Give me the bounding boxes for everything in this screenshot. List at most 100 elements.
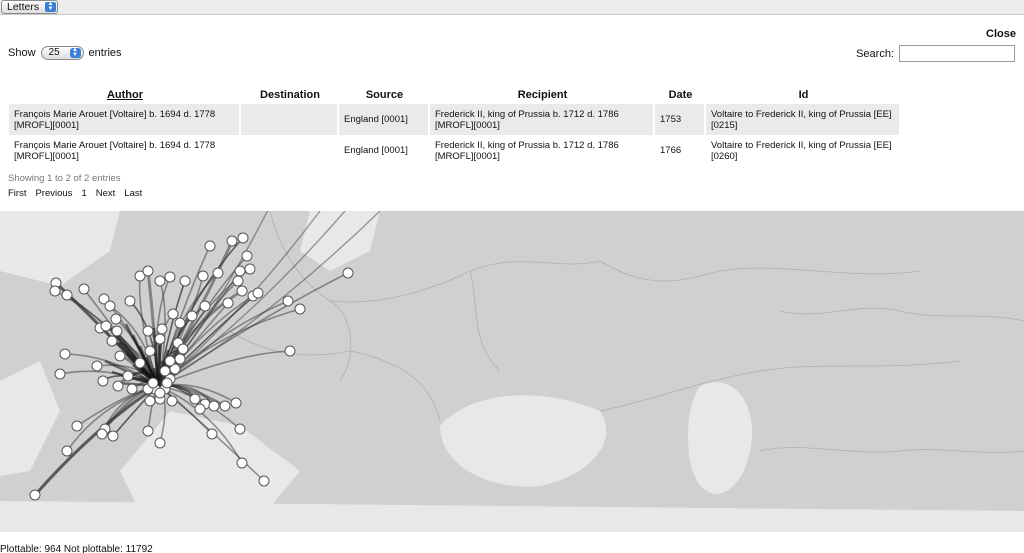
correspondence-map[interactable] — [0, 211, 1024, 532]
place-marker[interactable] — [189, 393, 201, 405]
place-marker[interactable] — [124, 295, 136, 307]
place-marker[interactable] — [234, 265, 246, 277]
place-marker[interactable] — [282, 295, 294, 307]
column-header-id[interactable]: Id — [706, 86, 901, 104]
place-marker[interactable] — [78, 283, 90, 295]
place-marker[interactable] — [154, 437, 166, 449]
place-marker[interactable] — [100, 320, 112, 332]
dataset-select[interactable]: Letters ▲ ▼ — [1, 0, 58, 14]
cell-date: 1766 — [655, 135, 706, 166]
place-marker[interactable] — [174, 353, 186, 365]
place-marker[interactable] — [230, 397, 242, 409]
place-marker[interactable] — [134, 357, 146, 369]
cell-author: François Marie Arouet [Voltaire] b. 1694… — [9, 104, 241, 135]
place-marker[interactable] — [164, 355, 176, 367]
pagination-first[interactable]: First — [8, 188, 26, 199]
cell-destination — [241, 135, 339, 166]
place-marker[interactable] — [156, 323, 168, 335]
place-marker[interactable] — [110, 313, 122, 325]
place-marker[interactable] — [234, 423, 246, 435]
place-marker[interactable] — [126, 383, 138, 395]
place-marker[interactable] — [54, 368, 66, 380]
place-marker[interactable] — [236, 285, 248, 297]
entries-select[interactable]: 25 ▲ ▼ — [40, 46, 84, 60]
column-header-destination[interactable]: Destination — [241, 86, 339, 104]
place-marker[interactable] — [114, 350, 126, 362]
place-marker[interactable] — [166, 395, 178, 407]
place-marker[interactable] — [222, 297, 234, 309]
place-marker[interactable] — [144, 345, 156, 357]
place-marker[interactable] — [219, 400, 231, 412]
place-marker[interactable] — [29, 489, 41, 501]
place-marker[interactable] — [208, 400, 220, 412]
place-marker[interactable] — [106, 335, 118, 347]
pagination-last[interactable]: Last — [124, 188, 142, 199]
place-marker[interactable] — [111, 325, 123, 337]
column-header-date[interactable]: Date — [655, 86, 706, 104]
place-marker[interactable] — [206, 428, 218, 440]
place-marker[interactable] — [96, 428, 108, 440]
place-marker[interactable] — [194, 403, 206, 415]
place-marker[interactable] — [226, 235, 238, 247]
select-stepper-icon: ▲ ▼ — [69, 47, 81, 58]
place-marker[interactable] — [61, 289, 73, 301]
place-marker[interactable] — [61, 445, 73, 457]
place-marker[interactable] — [186, 310, 198, 322]
place-marker[interactable] — [284, 345, 296, 357]
place-marker[interactable] — [258, 475, 270, 487]
search-control: Search: — [856, 45, 1015, 62]
place-marker[interactable] — [49, 285, 61, 297]
search-input[interactable] — [899, 45, 1015, 62]
place-marker[interactable] — [91, 360, 103, 372]
entries-length-control: Show 25 ▲ ▼ entries — [8, 46, 122, 60]
column-header-source[interactable]: Source — [339, 86, 430, 104]
entries-label: entries — [88, 47, 122, 59]
place-marker[interactable] — [154, 387, 166, 399]
place-marker[interactable] — [197, 270, 209, 282]
map-canvas[interactable] — [0, 211, 1024, 532]
place-marker[interactable] — [177, 343, 189, 355]
place-marker[interactable] — [174, 317, 186, 329]
place-marker[interactable] — [241, 250, 253, 262]
place-marker[interactable] — [204, 240, 216, 252]
select-stepper-icon: ▲ ▼ — [45, 1, 56, 12]
column-header-author[interactable]: Author — [9, 86, 241, 104]
place-marker[interactable] — [161, 377, 173, 389]
column-header-recipient[interactable]: Recipient — [430, 86, 655, 104]
place-marker[interactable] — [212, 267, 224, 279]
place-marker[interactable] — [97, 375, 109, 387]
place-marker[interactable] — [112, 380, 124, 392]
place-marker[interactable] — [167, 308, 179, 320]
place-marker[interactable] — [142, 265, 154, 277]
place-marker[interactable] — [144, 395, 156, 407]
place-marker[interactable] — [71, 420, 83, 432]
place-marker[interactable] — [236, 457, 248, 469]
place-marker[interactable] — [252, 287, 264, 299]
pagination-previous[interactable]: Previous — [35, 188, 72, 199]
place-marker[interactable] — [342, 267, 354, 279]
pagination-page[interactable]: 1 — [81, 188, 86, 199]
pagination-next[interactable]: Next — [96, 188, 116, 199]
cell-destination — [241, 104, 339, 135]
place-marker[interactable] — [154, 333, 166, 345]
place-marker[interactable] — [147, 377, 159, 389]
place-marker[interactable] — [199, 300, 211, 312]
place-marker[interactable] — [232, 275, 244, 287]
place-marker[interactable] — [164, 271, 176, 283]
cell-source: England [0001] — [339, 135, 430, 166]
place-marker[interactable] — [142, 325, 154, 337]
place-marker[interactable] — [122, 370, 134, 382]
place-marker[interactable] — [107, 430, 119, 442]
table-row[interactable]: François Marie Arouet [Voltaire] b. 1694… — [9, 104, 901, 135]
place-marker[interactable] — [244, 263, 256, 275]
place-marker[interactable] — [159, 365, 171, 377]
close-button[interactable]: Close — [986, 28, 1016, 40]
place-marker[interactable] — [142, 425, 154, 437]
table-row[interactable]: François Marie Arouet [Voltaire] b. 1694… — [9, 135, 901, 166]
place-marker[interactable] — [59, 348, 71, 360]
place-marker[interactable] — [104, 300, 116, 312]
place-marker[interactable] — [154, 275, 166, 287]
place-marker[interactable] — [179, 275, 191, 287]
place-marker[interactable] — [294, 303, 306, 315]
place-marker[interactable] — [237, 232, 249, 244]
